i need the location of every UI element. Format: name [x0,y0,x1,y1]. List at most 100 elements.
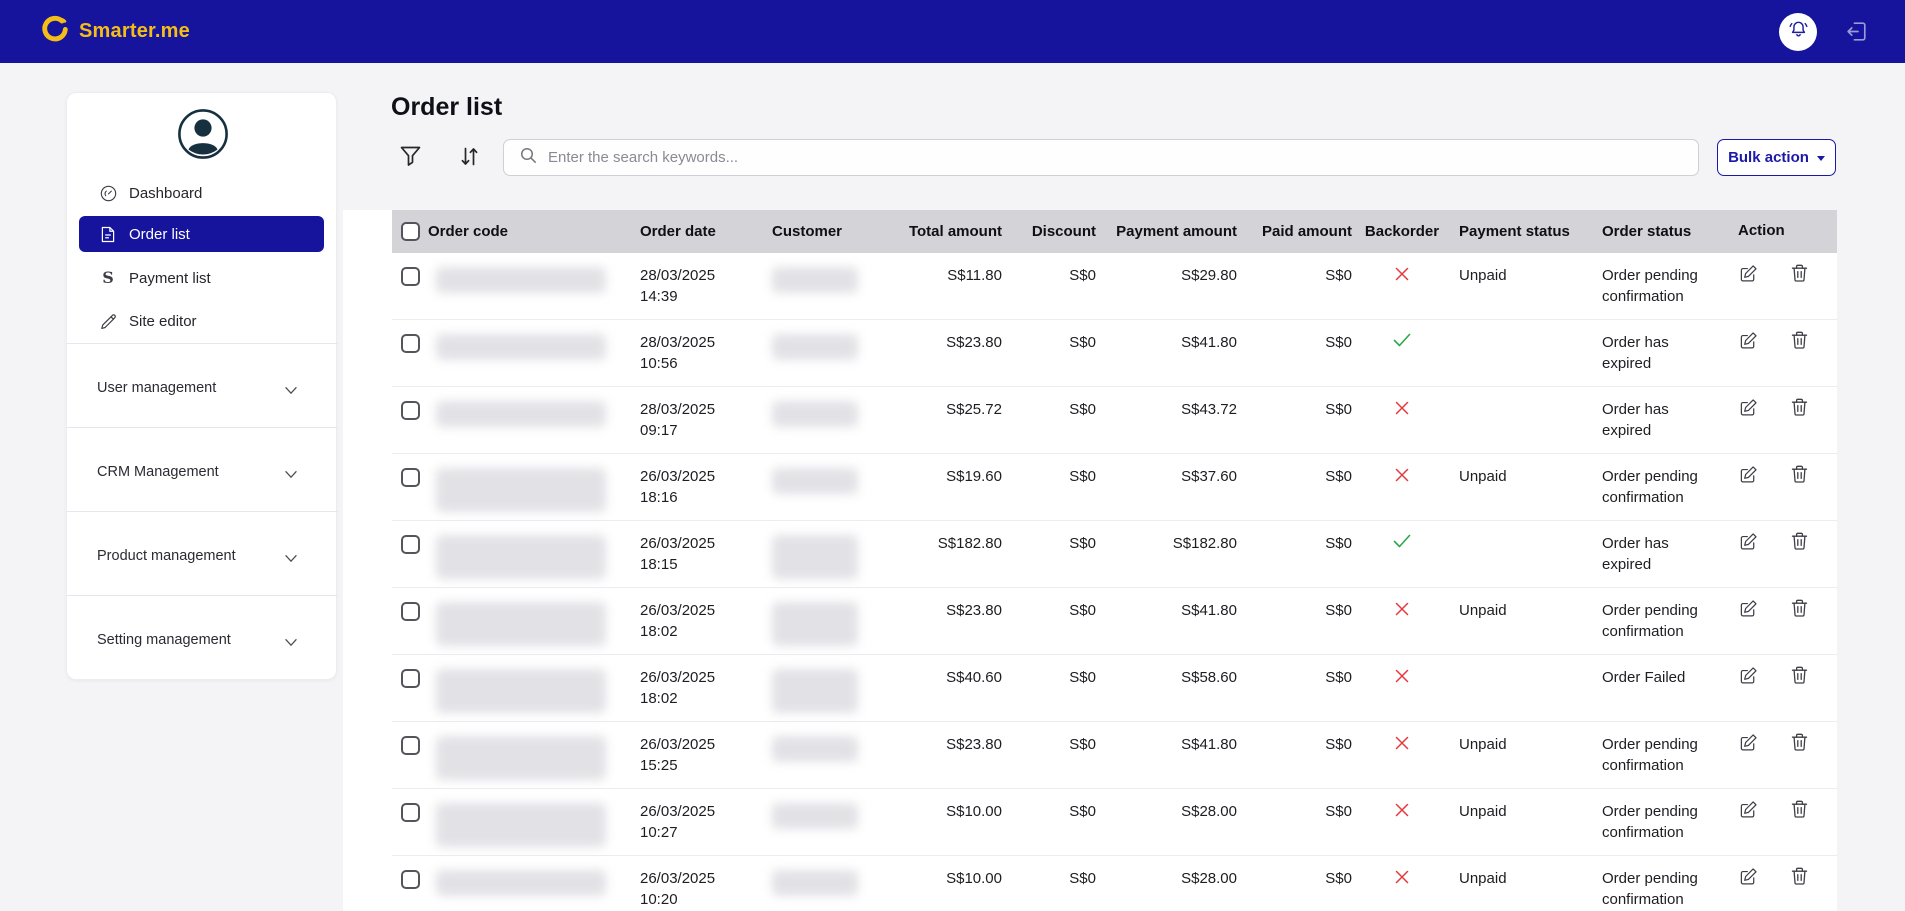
row-checkbox[interactable] [401,334,420,353]
sidebar-item-site-editor[interactable]: Site editor [79,303,324,339]
customer-redacted [772,803,858,829]
brand-logo[interactable]: Smarter.me [40,0,190,63]
total-amount-cell: S$182.80 [900,521,1004,587]
row-checkbox[interactable] [401,602,420,621]
column-header-customer: Customer [760,210,900,253]
delete-order-button[interactable] [1789,331,1809,351]
delete-order-button[interactable] [1789,867,1809,887]
column-header-discount: Discount [1004,210,1096,253]
sort-arrows-icon [459,155,480,172]
sidebar-section-crm-management[interactable]: CRM Management [67,454,338,490]
edit-pencil-icon [1739,740,1758,755]
row-checkbox[interactable] [401,535,420,554]
table-row: 26/03/202518:02S$40.60S$0S$58.60S$0Order… [392,655,1837,722]
user-avatar[interactable] [177,108,229,160]
order-time: 14:39 [640,287,760,308]
order-status: Order has expired [1602,333,1706,374]
edit-order-button[interactable] [1738,867,1758,887]
order-date: 26/03/2025 [640,668,760,689]
payment-status-cell: Unpaid [1450,789,1594,855]
sidebar-section-user-management[interactable]: User management [67,370,338,406]
total-amount-cell: S$23.80 [900,320,1004,386]
edit-order-button[interactable] [1738,532,1758,552]
payment-status-cell [1450,655,1594,721]
delete-order-button[interactable] [1789,666,1809,686]
payment-amount-cell: S$58.60 [1096,655,1242,721]
order-code-redacted [436,669,606,713]
total-amount-cell: S$25.72 [900,387,1004,453]
cross-icon [1394,671,1410,688]
payment-amount-cell: S$41.80 [1096,320,1242,386]
delete-order-button[interactable] [1789,733,1809,753]
filter-button[interactable] [399,145,425,171]
edit-order-button[interactable] [1738,331,1758,351]
edit-order-button[interactable] [1738,599,1758,619]
top-navbar: Smarter.me [0,0,1905,63]
edit-order-button[interactable] [1738,800,1758,820]
bulk-action-button[interactable]: Bulk action [1717,139,1836,176]
order-date: 28/03/2025 [640,333,760,354]
trash-icon [1791,538,1808,553]
backorder-cell [1354,655,1450,721]
total-amount-cell: S$11.80 [900,253,1004,319]
edit-order-button[interactable] [1738,398,1758,418]
row-select-cell [392,320,428,386]
order-time: 18:02 [640,689,760,710]
sidebar: Dashboard Order list S Payment list Site… [66,92,337,680]
delete-order-button[interactable] [1789,800,1809,820]
logout-button[interactable] [1845,19,1871,45]
delete-order-button[interactable] [1789,599,1809,619]
customer-cell [760,454,900,520]
customer-redacted [772,870,858,896]
order-code-cell [428,588,638,654]
delete-order-button[interactable] [1789,264,1809,284]
order-list-panel: Order codeOrder dateCustomerTotal amount… [343,210,1837,911]
discount-cell: S$0 [1004,521,1096,587]
order-status-cell: Order pending confirmation [1594,588,1730,654]
delete-order-button[interactable] [1789,398,1809,418]
order-date-cell: 26/03/202518:02 [638,588,760,654]
sidebar-item-payment-list[interactable]: S Payment list [79,260,324,296]
sidebar-item-label: Site editor [129,313,197,330]
sidebar-item-label: Order list [129,226,190,243]
select-all-checkbox[interactable] [401,222,420,241]
order-time: 09:17 [640,421,760,442]
order-time: 18:16 [640,488,760,509]
edit-order-button[interactable] [1738,733,1758,753]
delete-order-button[interactable] [1789,532,1809,552]
trash-icon [1791,739,1808,754]
search-input[interactable] [548,149,1628,166]
edit-order-button[interactable] [1738,264,1758,284]
backorder-cell [1354,588,1450,654]
edit-order-button[interactable] [1738,666,1758,686]
customer-cell [760,320,900,386]
row-checkbox[interactable] [401,736,420,755]
edit-order-button[interactable] [1738,465,1758,485]
sidebar-item-label: Dashboard [129,185,202,202]
row-checkbox[interactable] [401,401,420,420]
sidebar-item-dashboard[interactable]: Dashboard [79,175,324,211]
paid-amount-cell: S$0 [1242,387,1354,453]
table-row: 26/03/202518:16S$19.60S$0S$37.60S$0Unpai… [392,454,1837,521]
sidebar-section-product-management[interactable]: Product management [67,538,338,574]
order-time: 10:56 [640,354,760,375]
order-code-cell [428,521,638,587]
row-checkbox[interactable] [401,669,420,688]
paid-amount-cell: S$0 [1242,320,1354,386]
row-checkbox[interactable] [401,267,420,286]
chevron-down-icon [284,467,298,483]
sort-button[interactable] [459,145,485,171]
payment-icon: S [98,270,118,286]
row-checkbox[interactable] [401,803,420,822]
action-cell [1730,387,1837,453]
trash-icon [1791,337,1808,352]
notifications-button[interactable] [1779,13,1817,51]
row-checkbox[interactable] [401,870,420,889]
sidebar-section-setting-management[interactable]: Setting management [67,622,338,658]
discount-cell: S$0 [1004,588,1096,654]
order-status-cell: Order pending confirmation [1594,722,1730,788]
delete-order-button[interactable] [1789,465,1809,485]
sidebar-item-order-list[interactable]: Order list [79,216,324,252]
order-date: 26/03/2025 [640,735,760,756]
row-checkbox[interactable] [401,468,420,487]
